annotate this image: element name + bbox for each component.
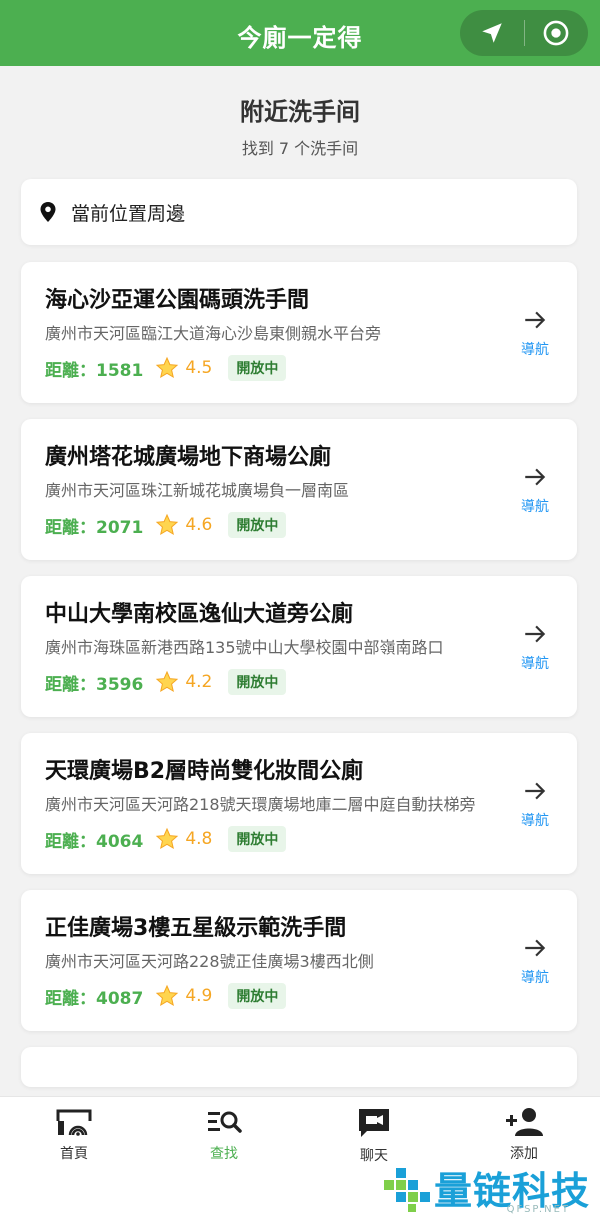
status-badge: 開放中 xyxy=(228,355,287,381)
tab-search[interactable]: 查找 xyxy=(184,1107,264,1163)
tab-chat[interactable]: 聊天 xyxy=(334,1107,414,1165)
navigate-label: 導航 xyxy=(521,655,549,672)
search-list-icon xyxy=(208,1111,242,1133)
toilet-card-partial[interactable] xyxy=(21,1047,577,1087)
navigate-label: 導航 xyxy=(521,812,549,829)
current-location-label: 當前位置周邊 xyxy=(71,202,186,225)
arrow-right-icon xyxy=(525,939,546,956)
toilet-rating: 4.9 xyxy=(185,986,213,1006)
add-user-icon xyxy=(506,1108,543,1136)
navigate-label: 導航 xyxy=(521,969,549,986)
watermark: 量链科技 QFSP.NET xyxy=(382,1160,590,1215)
toilet-rating: 4.2 xyxy=(185,672,213,692)
star-icon xyxy=(156,356,179,379)
target-icon xyxy=(543,20,569,46)
toilet-name: 海心沙亞運公園碼頭洗手間 xyxy=(45,288,310,313)
toilet-meta: 距離：4064 4.8 開放中 xyxy=(45,825,487,853)
tab-add[interactable]: 添加 xyxy=(484,1107,564,1163)
navigation-arrow-icon xyxy=(482,23,502,43)
star-icon xyxy=(156,513,179,536)
header-capsule xyxy=(460,10,588,56)
toilet-name: 中山大學南校區逸仙大道旁公廁 xyxy=(45,602,354,627)
toilet-address: 廣州市天河區天河路218號天環廣場地庫二層中庭自動扶梯旁 xyxy=(45,795,476,814)
toilet-meta: 距離：2071 4.6 開放中 xyxy=(45,511,487,539)
arrow-right-icon xyxy=(525,625,546,642)
toilet-rating: 4.8 xyxy=(185,829,213,849)
home-signal-icon xyxy=(56,1109,92,1136)
tab-label: 首頁 xyxy=(60,1146,88,1162)
arrow-right-icon xyxy=(525,468,546,485)
navigate-label: 導航 xyxy=(521,498,549,515)
navigate-button[interactable]: 導航 xyxy=(515,464,555,516)
tab-home[interactable]: 首頁 xyxy=(34,1107,114,1163)
toilet-meta: 距離：1581 4.5 開放中 xyxy=(45,354,487,382)
toilet-name: 正佳廣場3樓五星級示範洗手間 xyxy=(45,916,347,941)
toilet-list: 海心沙亞運公園碼頭洗手間 廣州市天河區臨江大道海心沙島東側親水平台旁 距離：15… xyxy=(21,262,577,1103)
toilet-card[interactable]: 正佳廣場3樓五星級示範洗手間 廣州市天河區天河路228號正佳廣場3樓西北側 距離… xyxy=(21,890,577,1031)
toilet-name: 廣州塔花城廣場地下商場公廁 xyxy=(45,445,332,470)
star-icon xyxy=(156,827,179,850)
status-badge: 開放中 xyxy=(228,826,287,852)
toilet-distance: 距離：3596 xyxy=(45,674,144,695)
navigate-button[interactable]: 導航 xyxy=(515,935,555,987)
toilet-card[interactable]: 天環廣場B2層時尚雙化妝間公廁 廣州市天河區天河路218號天環廣場地庫二層中庭自… xyxy=(21,733,577,874)
toilet-name: 天環廣場B2層時尚雙化妝間公廁 xyxy=(45,759,364,784)
star-icon xyxy=(156,984,179,1007)
target-button[interactable] xyxy=(525,10,589,56)
map-pin-icon xyxy=(40,202,56,222)
locate-button[interactable] xyxy=(460,10,524,56)
page-title: 附近洗手间 xyxy=(240,98,360,126)
tab-label: 查找 xyxy=(210,1146,238,1162)
result-count: 找到 7 个洗手间 xyxy=(241,139,359,158)
toilet-address: 廣州市天河區天河路228號正佳廣場3樓西北側 xyxy=(45,952,374,971)
star-icon xyxy=(156,670,179,693)
top-app-bar: 今廁一定得 xyxy=(0,0,600,66)
toilet-distance: 距離：4064 xyxy=(45,831,144,852)
toilet-meta: 距離：4087 4.9 開放中 xyxy=(45,982,487,1010)
status-badge: 開放中 xyxy=(228,669,287,695)
toilet-card[interactable]: 中山大學南校區逸仙大道旁公廁 廣州市海珠區新港西路135號中山大學校園中部嶺南路… xyxy=(21,576,577,717)
toilet-distance: 距離：2071 xyxy=(45,517,144,538)
chat-video-icon xyxy=(359,1109,389,1137)
navigate-button[interactable]: 導航 xyxy=(515,621,555,673)
toilet-distance: 距離：4087 xyxy=(45,988,144,1009)
arrow-right-icon xyxy=(525,311,546,328)
status-badge: 開放中 xyxy=(228,983,287,1009)
toilet-address: 廣州市天河區珠江新城花城廣場負一層南區 xyxy=(45,481,350,500)
toilet-distance: 距離：1581 xyxy=(45,360,144,381)
toilet-address: 廣州市海珠區新港西路135號中山大學校園中部嶺南路口 xyxy=(45,638,444,657)
toilet-card[interactable]: 海心沙亞運公園碼頭洗手間 廣州市天河區臨江大道海心沙島東側親水平台旁 距離：15… xyxy=(21,262,577,403)
navigate-label: 導航 xyxy=(521,341,549,358)
toilet-meta: 距離：3596 4.2 開放中 xyxy=(45,668,487,696)
arrow-right-icon xyxy=(525,782,546,799)
navigate-button[interactable]: 導航 xyxy=(515,778,555,830)
toilet-rating: 4.6 xyxy=(185,515,213,535)
toilet-address: 廣州市天河區臨江大道海心沙島東側親水平台旁 xyxy=(45,324,382,343)
navigate-button[interactable]: 導航 xyxy=(515,307,555,359)
current-location-card[interactable]: 當前位置周邊 xyxy=(21,179,577,245)
watermark-subtext: QFSP.NET xyxy=(506,1204,570,1215)
status-badge: 開放中 xyxy=(228,512,287,538)
toilet-rating: 4.5 xyxy=(185,358,213,378)
watermark-logo-icon xyxy=(383,1167,430,1212)
toilet-card[interactable]: 廣州塔花城廣場地下商場公廁 廣州市天河區珠江新城花城廣場負一層南區 距離：207… xyxy=(21,419,577,560)
